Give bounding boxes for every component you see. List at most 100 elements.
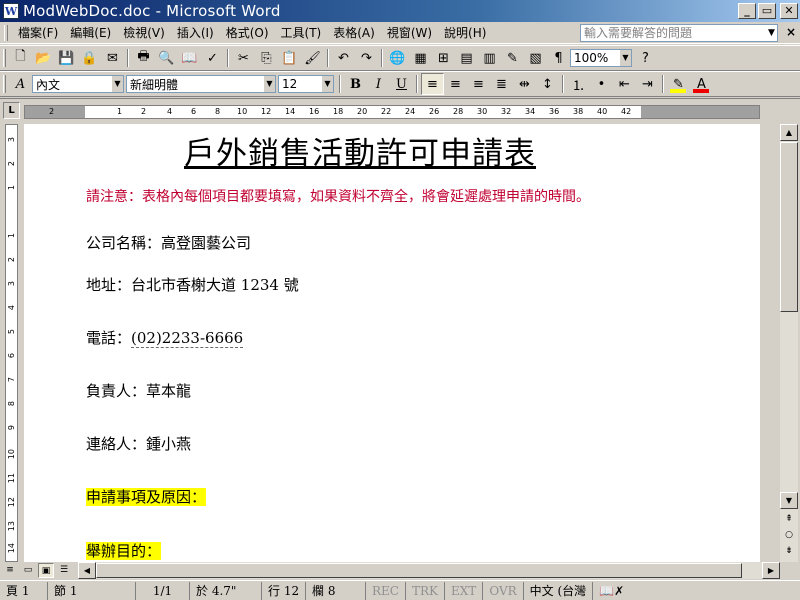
- help-icon[interactable]: ?: [634, 47, 657, 69]
- document-close-button[interactable]: ×: [786, 25, 796, 39]
- document-map-icon[interactable]: ▧: [524, 47, 547, 69]
- menu-file[interactable]: 檔案(F): [12, 24, 64, 42]
- document-page[interactable]: 戶外銷售活動許可申請表 請注意：表格內每個項目都要填寫，如果資料不齊全，將會延遲…: [24, 124, 760, 562]
- cut-icon[interactable]: ✂: [232, 47, 255, 69]
- outline-view-icon[interactable]: ☰: [56, 563, 72, 578]
- underline-button[interactable]: U: [390, 73, 413, 95]
- line-spacing-icon[interactable]: ↕: [536, 73, 559, 95]
- menu-insert[interactable]: 插入(I): [171, 24, 220, 42]
- vertical-ruler-strip[interactable]: 3 2 1 1 2 3 4 5 6 7 8 9 10 11 12 13 14: [5, 124, 18, 562]
- menu-window[interactable]: 視窗(W): [381, 24, 438, 42]
- italic-button[interactable]: I: [367, 73, 390, 95]
- toolbar-grip[interactable]: [3, 49, 6, 67]
- print-preview-icon[interactable]: 🔍: [155, 47, 178, 69]
- chevron-down-icon[interactable]: ▼: [321, 76, 333, 92]
- menu-view[interactable]: 檢視(V): [117, 24, 171, 42]
- redo-icon[interactable]: ↷: [355, 47, 378, 69]
- scroll-down-icon[interactable]: ▼: [780, 492, 798, 509]
- company-value[interactable]: 高登園藝公司: [161, 234, 251, 252]
- new-document-icon[interactable]: 🗋: [9, 47, 32, 69]
- permission-icon[interactable]: 🔒: [78, 47, 101, 69]
- horizontal-scroll-thumb[interactable]: [96, 563, 742, 578]
- hyperlink-icon[interactable]: 🌐: [386, 47, 409, 69]
- minimize-button[interactable]: _: [738, 3, 756, 19]
- word-app-icon[interactable]: W: [3, 3, 19, 19]
- styles-formatting-icon[interactable]: A: [9, 73, 32, 95]
- menu-help[interactable]: 說明(H): [438, 24, 492, 42]
- tables-borders-icon[interactable]: ▦: [409, 47, 432, 69]
- zoom-select[interactable]: 100% ▼: [570, 49, 632, 67]
- bold-button[interactable]: B: [344, 73, 367, 95]
- research-icon[interactable]: 📖: [178, 47, 201, 69]
- ask-dropdown-icon[interactable]: ▼: [768, 24, 780, 42]
- status-ext[interactable]: EXT: [445, 581, 484, 600]
- ask-question-input[interactable]: 輸入需要解答的問題: [580, 24, 778, 42]
- reason-field: 申請事項及原因：: [86, 486, 207, 507]
- font-select[interactable]: 新細明體 ▼: [126, 75, 276, 93]
- show-hide-icon[interactable]: ¶: [547, 47, 570, 69]
- chevron-down-icon[interactable]: ▼: [619, 50, 631, 66]
- status-ovr[interactable]: OVR: [483, 581, 524, 600]
- menu-edit[interactable]: 編輯(E): [64, 24, 117, 42]
- status-rec[interactable]: REC: [366, 581, 406, 600]
- print-layout-icon[interactable]: ▣: [38, 563, 54, 578]
- font-color-icon[interactable]: A: [690, 73, 713, 95]
- email-icon[interactable]: ✉: [101, 47, 124, 69]
- drawing-icon[interactable]: ✎: [501, 47, 524, 69]
- undo-icon[interactable]: ↶: [332, 47, 355, 69]
- spelling-status-icon[interactable]: 📖✗: [593, 582, 630, 600]
- insert-excel-icon[interactable]: ▤: [455, 47, 478, 69]
- status-language[interactable]: 中文 (台灣: [524, 581, 594, 600]
- font-size-select[interactable]: 12 ▼: [278, 75, 334, 93]
- highlight-icon[interactable]: ✎: [667, 73, 690, 95]
- increase-indent-icon[interactable]: ⇥: [636, 73, 659, 95]
- close-button[interactable]: ✕: [780, 3, 798, 19]
- reason-label[interactable]: 申請事項及原因：: [86, 488, 207, 506]
- decrease-indent-icon[interactable]: ⇤: [613, 73, 636, 95]
- save-icon[interactable]: 💾: [55, 47, 78, 69]
- scroll-right-icon[interactable]: ▶: [762, 562, 780, 579]
- menu-grip[interactable]: [4, 24, 8, 41]
- menu-tools[interactable]: 工具(T): [275, 24, 328, 42]
- vertical-scroll-thumb[interactable]: [780, 142, 798, 312]
- open-folder-icon[interactable]: 📂: [32, 47, 55, 69]
- format-painter-icon[interactable]: 🖌: [301, 47, 324, 69]
- insert-table-icon[interactable]: ⊞: [432, 47, 455, 69]
- justify-icon[interactable]: ≣: [490, 73, 513, 95]
- contact-value[interactable]: 鍾小燕: [146, 435, 191, 453]
- style-select[interactable]: 內文 ▼: [32, 75, 124, 93]
- spelling-icon[interactable]: ✓: [201, 47, 224, 69]
- next-page-icon[interactable]: ⇟: [780, 544, 798, 558]
- print-icon[interactable]: 🖶: [132, 47, 155, 69]
- align-center-icon[interactable]: ≡: [444, 73, 467, 95]
- status-trk[interactable]: TRK: [406, 581, 445, 600]
- previous-page-icon[interactable]: ⇞: [780, 512, 798, 526]
- ruler-tick: 2: [7, 257, 16, 263]
- numbering-icon[interactable]: ⒈: [567, 73, 590, 95]
- horizontal-scroll-track[interactable]: ◀: [78, 562, 762, 579]
- menu-table[interactable]: 表格(A): [327, 24, 381, 42]
- paste-icon[interactable]: 📋: [278, 47, 301, 69]
- ruler-strip[interactable]: 2 1 2 4 6 8 10 12 14 16 18 20 22 24 26 2…: [24, 105, 760, 119]
- scroll-up-icon[interactable]: ▲: [780, 124, 798, 141]
- columns-icon[interactable]: ▥: [478, 47, 501, 69]
- menu-format[interactable]: 格式(O): [220, 24, 275, 42]
- owner-value[interactable]: 草本龍: [146, 382, 191, 400]
- tab-selector[interactable]: L: [3, 102, 20, 119]
- copy-icon[interactable]: ⎘: [255, 47, 278, 69]
- bullets-icon[interactable]: •: [590, 73, 613, 95]
- toolbar-grip[interactable]: [3, 75, 6, 93]
- select-browse-object-icon[interactable]: ○: [780, 528, 798, 542]
- restore-button[interactable]: ▭: [758, 3, 776, 19]
- address-value[interactable]: 台北市香榭大道 1234 號: [131, 276, 299, 294]
- align-left-icon[interactable]: ≡: [421, 73, 444, 95]
- align-right-icon[interactable]: ≡: [467, 73, 490, 95]
- chevron-down-icon[interactable]: ▼: [263, 76, 275, 92]
- scroll-left-icon[interactable]: ◀: [78, 562, 96, 579]
- web-layout-icon[interactable]: ▭: [20, 563, 36, 578]
- purpose-label[interactable]: 舉辦目的：: [86, 542, 162, 560]
- normal-view-icon[interactable]: ≡: [2, 563, 18, 578]
- phone-value[interactable]: (02)2233-6666: [131, 329, 244, 348]
- distributed-icon[interactable]: ⇹: [513, 73, 536, 95]
- chevron-down-icon[interactable]: ▼: [111, 76, 123, 92]
